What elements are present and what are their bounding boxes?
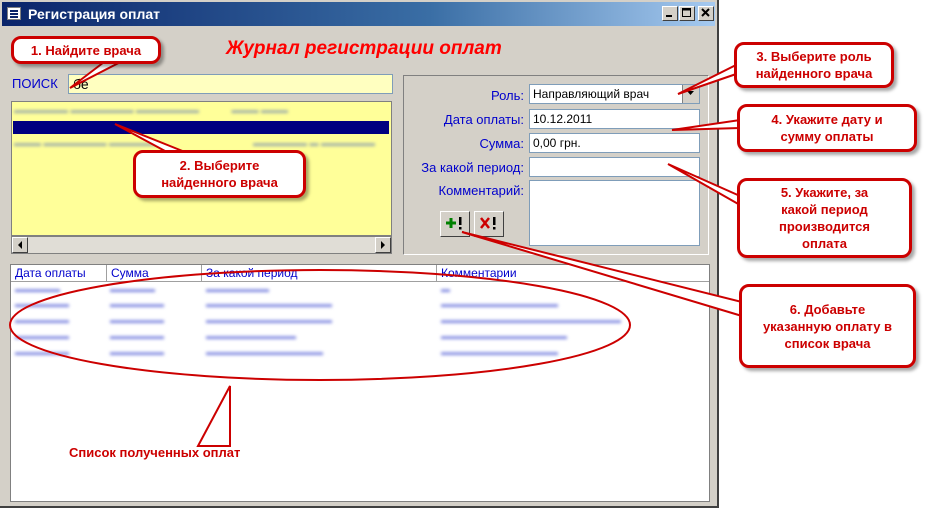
role-dropdown-button[interactable] [682,85,699,103]
table-row[interactable]: ▬▬▬▬▬▬ ▬▬▬▬▬▬ ▬▬▬▬▬▬▬▬▬▬▬▬▬ ▬▬▬▬▬▬▬▬▬▬▬▬▬ [11,347,709,361]
date-label: Дата оплаты: [443,112,524,127]
x-exclamation-icon [480,217,496,230]
callout-6: 6. Добавьте указанную оплату в список вр… [739,284,916,368]
arrow-left-icon [18,241,22,249]
role-label: Роль: [490,88,524,103]
table-row[interactable]: ▬▬▬▬▬▬ ▬▬▬▬▬▬ ▬▬▬▬▬▬▬▬▬▬▬▬▬▬ ▬▬▬▬▬▬▬▬▬▬▬▬▬▬… [11,315,709,329]
column-header-period[interactable]: За какой период [202,265,437,281]
title-bar[interactable]: Регистрация оплат [2,2,715,26]
maximize-icon [682,8,691,17]
column-header-sum[interactable]: Сумма [107,265,202,281]
close-button[interactable] [698,6,714,21]
search-input[interactable] [68,74,393,94]
table-row[interactable]: ▬▬▬▬▬▬ ▬▬▬▬▬▬ ▬▬▬▬▬▬▬▬▬▬▬▬▬▬ ▬▬▬▬▬▬▬▬▬▬▬▬▬ [11,299,709,313]
close-icon [701,8,710,17]
list-item[interactable]: ▬▬▬ ▬▬▬▬▬▬▬ ▬▬▬▬▬▬ ▬▬▬▬▬▬ ▬ ▬▬▬▬▬▬ [14,138,375,150]
scroll-left-button[interactable] [12,237,28,253]
minimize-button[interactable] [662,6,678,21]
callout-3: 3. Выберите роль найденного врача [734,42,894,88]
column-header-date[interactable]: Дата оплаты [11,265,107,281]
column-header-comments[interactable]: Комментарии [437,265,709,281]
search-label: ПОИСК [12,76,58,91]
list-item[interactable]: ▬▬▬▬▬▬ ▬▬▬▬▬▬▬ ▬▬▬▬▬▬▬ ▬▬▬ ▬▬▬ [14,105,288,117]
callout-1: 1. Найдите врача [11,36,161,64]
sum-label: Сумма: [479,136,524,151]
period-label: За какой период: [421,160,524,175]
chevron-down-icon [687,91,694,95]
list-scrollbar[interactable] [11,236,392,254]
comment-label: Комментарий: [438,183,525,198]
window-title: Регистрация оплат [28,6,161,22]
list-item-selected[interactable] [13,121,389,134]
delete-payment-button[interactable] [474,211,504,237]
table-header: Дата оплаты Сумма За какой период Коммен… [11,265,709,282]
date-field[interactable]: 10.12.2011 [529,109,700,129]
table-row[interactable]: ▬▬▬▬▬▬ ▬▬▬▬▬▬ ▬▬▬▬▬▬▬▬▬▬ ▬▬▬▬▬▬▬▬▬▬▬▬▬▬ [11,331,709,345]
minimize-icon [666,15,672,17]
sum-field[interactable]: 0,00 грн. [529,133,700,153]
form-icon [7,7,21,20]
scroll-right-button[interactable] [375,237,391,253]
role-value: Направляющий врач [533,87,650,101]
comment-field[interactable] [529,180,700,246]
plus-exclamation-icon [446,217,462,230]
table-row[interactable]: ▬▬▬▬▬ ▬▬▬▬▬ ▬▬▬▬▬▬▬ ▬ [11,284,709,298]
app-window: Регистрация оплат Журнал регистрации опл… [0,0,719,508]
add-payment-button[interactable] [440,211,470,237]
callout-5: 5. Укажите, за какой период производится… [737,178,912,258]
payments-list-caption: Список полученных оплат [69,445,241,460]
page-title: Журнал регистрации оплат [226,38,502,59]
period-field[interactable] [529,157,700,177]
callout-2: 2. Выберите найденного врача [133,150,306,198]
arrow-right-icon [381,241,385,249]
role-select[interactable]: Направляющий врач [529,84,700,104]
maximize-button[interactable] [679,6,695,21]
payments-table[interactable]: Дата оплаты Сумма За какой период Коммен… [10,264,710,502]
callout-4: 4. Укажите дату и сумму оплаты [737,104,917,152]
